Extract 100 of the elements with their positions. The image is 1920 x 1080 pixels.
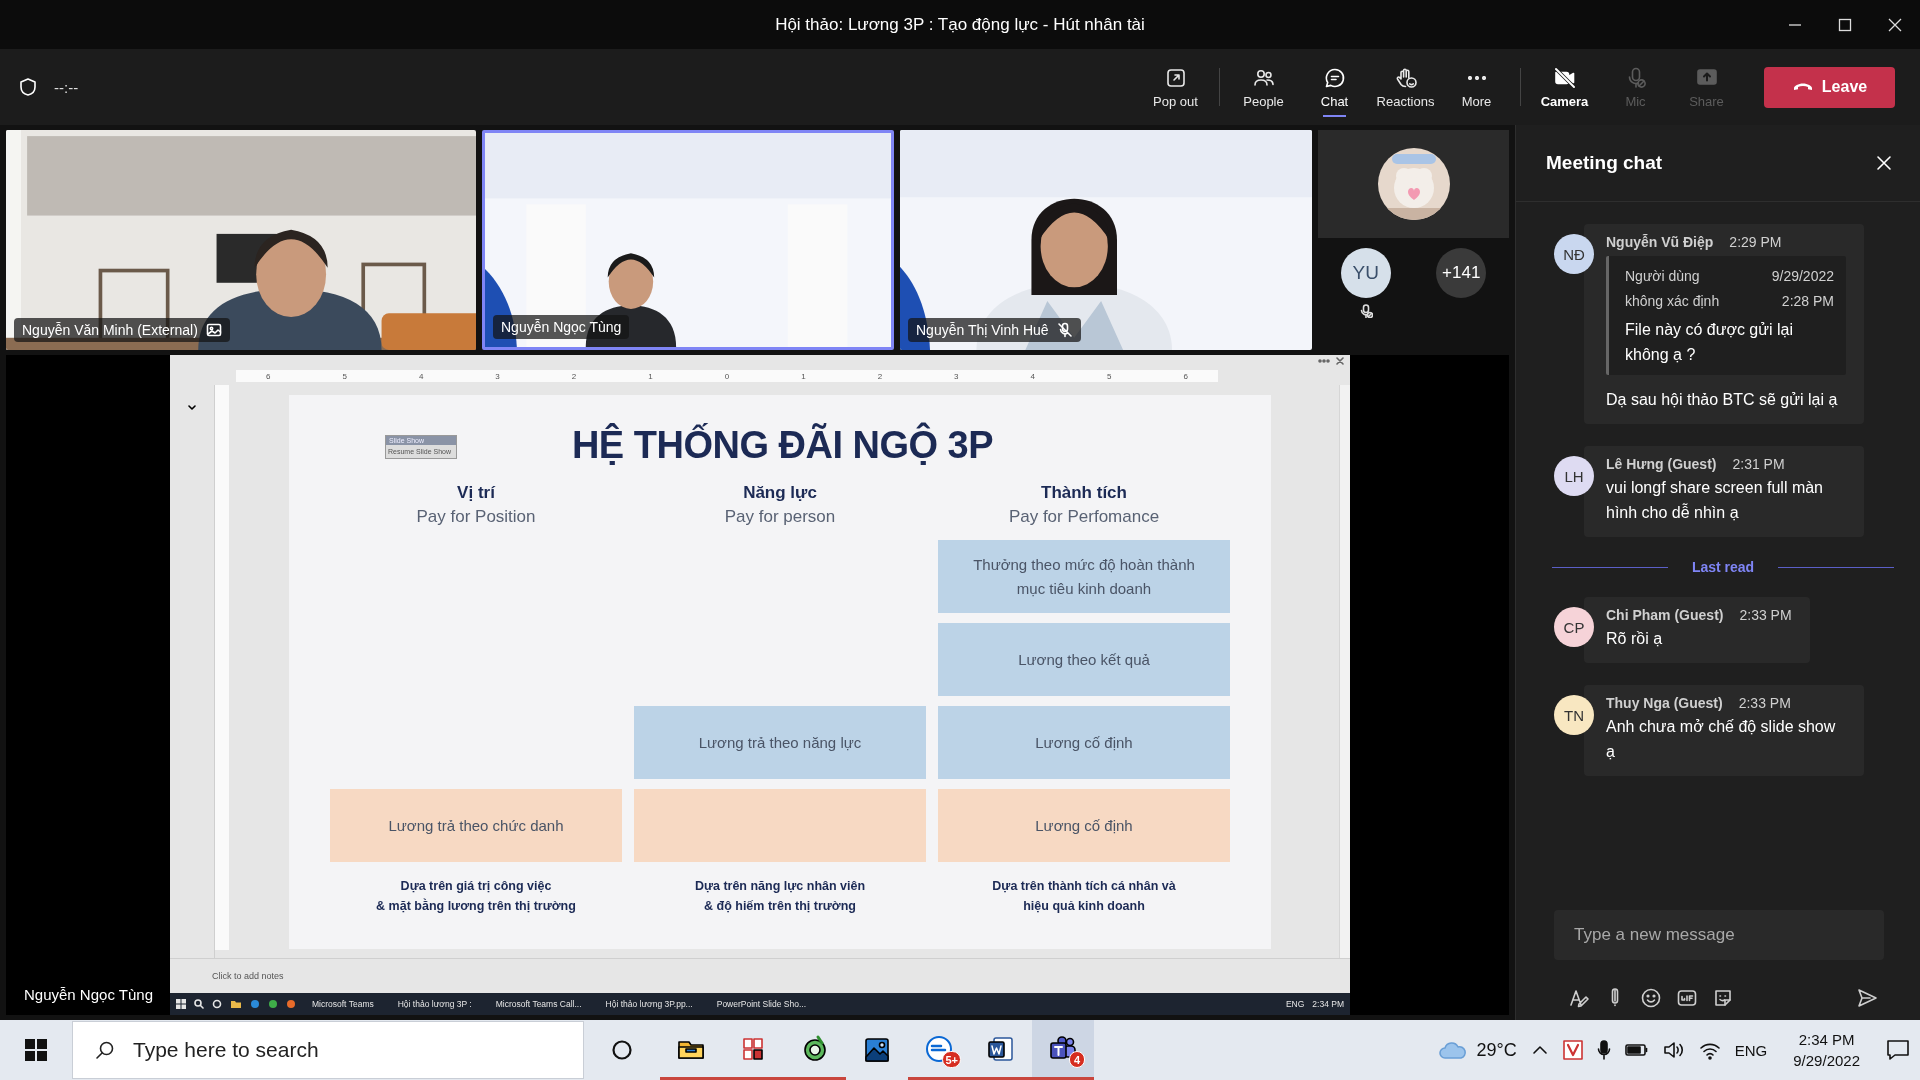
taskbar-app[interactable]: 4 bbox=[1032, 1020, 1094, 1080]
chat-button[interactable]: Chat bbox=[1299, 54, 1370, 120]
ruler-number: 6 bbox=[1183, 371, 1188, 381]
notification-badge: 5+ bbox=[942, 1051, 961, 1068]
window-title: Hội thảo: Lương 3P : Tạo động lực - Hút nhân tài bbox=[775, 14, 1145, 35]
send-icon[interactable] bbox=[1856, 987, 1878, 1009]
clock-date: 9/29/2022 bbox=[1793, 1051, 1860, 1071]
message-time: 2:33 PM bbox=[1739, 607, 1792, 623]
meeting-timer: --:-- bbox=[54, 78, 79, 96]
circle-icon bbox=[212, 999, 222, 1009]
column-subheading: Pay for person bbox=[723, 507, 837, 527]
camera-button[interactable]: Camera bbox=[1529, 54, 1600, 120]
message-text: Anh chưa mở chế độ slide show ạ bbox=[1606, 717, 1837, 762]
taskbar-item[interactable]: PowerPoint Slide Sho... bbox=[708, 993, 815, 1015]
author-name: Chi Pham (Guest) bbox=[1606, 607, 1724, 623]
antivirus-icon[interactable] bbox=[1562, 1040, 1583, 1060]
taskbar-item[interactable]: Microsoft Teams Call... bbox=[487, 993, 590, 1015]
ruler-number: 3 bbox=[954, 371, 959, 381]
author-name: Lê Hưng (Guest) bbox=[1606, 456, 1717, 472]
language-indicator: ENG bbox=[1285, 999, 1305, 1009]
taskbar-item[interactable]: Hội thảo lương 3P : bbox=[389, 993, 480, 1015]
video-tile[interactable]: Nguyễn Thị Vinh Huê bbox=[900, 130, 1312, 350]
browser-icon bbox=[250, 999, 260, 1009]
column-footer: Dựa trên năng lực nhân viên & độ hiếm trên thị trường bbox=[634, 876, 926, 916]
ruler-number: 4 bbox=[418, 371, 424, 381]
microphone-icon[interactable] bbox=[1596, 1040, 1611, 1060]
column-heading: Vị trí bbox=[456, 483, 497, 503]
participant-name: Nguyễn Văn Minh (External) bbox=[22, 322, 198, 338]
emoji-icon[interactable] bbox=[1640, 987, 1662, 1009]
message-text: vui longf share screen full màn hình cho dễ nhìn ạ bbox=[1606, 478, 1824, 523]
video-tile[interactable]: Nguyễn Văn Minh (External) bbox=[6, 130, 476, 350]
photos-icon bbox=[862, 1035, 892, 1065]
language-indicator[interactable]: ENG bbox=[1734, 1041, 1768, 1059]
message-time: 2:31 PM bbox=[1732, 456, 1785, 472]
notifications-icon[interactable] bbox=[1886, 1039, 1910, 1061]
presenter-name: Nguyễn Ngọc Tùng bbox=[24, 986, 153, 1003]
sticker-icon[interactable] bbox=[1712, 987, 1734, 1009]
volume-icon[interactable] bbox=[1662, 1040, 1685, 1060]
leave-button[interactable]: Leave bbox=[1764, 66, 1895, 108]
notes-placeholder[interactable]: Click to add notes bbox=[212, 971, 284, 981]
windows-start-icon[interactable] bbox=[25, 1039, 47, 1061]
participant-name: Nguyễn Thị Vinh Huê bbox=[916, 322, 1049, 338]
notification-badge: 4 bbox=[1069, 1051, 1085, 1068]
avatar: NĐ bbox=[1554, 234, 1594, 274]
ruler-number: 2 bbox=[571, 371, 577, 381]
camera-off-icon bbox=[1552, 65, 1577, 90]
more-icon bbox=[1318, 357, 1330, 365]
caret-icon bbox=[188, 405, 196, 411]
clock[interactable]: 2:34 PM 9/29/2022 bbox=[1793, 1029, 1860, 1071]
maximize-icon[interactable] bbox=[1837, 16, 1853, 33]
close-icon[interactable] bbox=[1887, 16, 1903, 33]
ruler-number: 5 bbox=[1107, 371, 1112, 381]
quote-author: Người dùng không xác định bbox=[1625, 267, 1721, 311]
ruler-number: 3 bbox=[495, 371, 500, 381]
avatar: CP bbox=[1554, 607, 1594, 647]
taskbar-item[interactable]: Microsoft Teams bbox=[304, 993, 382, 1015]
popout-button[interactable]: Pop out bbox=[1140, 54, 1211, 120]
avatar: TN bbox=[1554, 695, 1594, 735]
pay-block: Lương theo kết quả bbox=[938, 623, 1230, 696]
message-text: Dạ sau hội thảo BTC sẽ gửi lại ạ bbox=[1606, 390, 1839, 410]
people-button[interactable]: People bbox=[1228, 54, 1299, 120]
ruler-number: 5 bbox=[342, 371, 347, 381]
battery-icon[interactable] bbox=[1624, 1042, 1649, 1058]
quote-time: 2:28 PM bbox=[1780, 292, 1834, 311]
phone-icon bbox=[1791, 83, 1814, 91]
more-icon bbox=[1467, 75, 1486, 80]
clock: 2:34 PM bbox=[1312, 999, 1344, 1009]
search-box[interactable]: Type here to search bbox=[72, 1021, 584, 1079]
message-text: Rõ rồi ạ bbox=[1606, 629, 1664, 649]
column-subheading: Pay for Perfomance bbox=[1007, 507, 1161, 527]
search-icon bbox=[194, 999, 204, 1009]
search-field[interactable]: Type here to search bbox=[131, 1037, 555, 1063]
participant-name: Nguyễn Ngọc Tùng bbox=[501, 319, 622, 335]
format-icon[interactable] bbox=[1568, 987, 1590, 1009]
pay-block: Lương cố định bbox=[938, 706, 1230, 779]
ruler-number: 4 bbox=[1030, 371, 1035, 381]
folder-icon bbox=[230, 999, 242, 1009]
browser-icon bbox=[286, 999, 296, 1009]
message-time: 2:29 PM bbox=[1729, 234, 1782, 250]
quote-date: 9/29/2022 bbox=[1771, 267, 1834, 286]
column-footer: Dựa trên giá trị công việc & mặt bằng lương trên thị trường bbox=[330, 876, 622, 916]
slide-title: HỆ THỐNG ĐÃI NGỘ 3P bbox=[571, 421, 994, 468]
reactions-button[interactable]: Reactions bbox=[1370, 54, 1441, 120]
more-participants-button[interactable]: +141 bbox=[1436, 248, 1487, 298]
ruler-number: 0 bbox=[724, 371, 730, 381]
video-tile[interactable]: Nguyễn Ngọc Tùng bbox=[482, 130, 894, 350]
shield-icon bbox=[18, 77, 38, 97]
taskbar-app[interactable]: 5+ bbox=[908, 1020, 970, 1080]
pay-block: Lương trả theo chức danh bbox=[330, 789, 622, 862]
clock-time: 2:34 PM bbox=[1797, 1030, 1856, 1050]
more-button[interactable]: More bbox=[1441, 54, 1512, 120]
column-heading: Thành tích bbox=[1040, 483, 1128, 503]
author-name: Nguyễn Vũ Điệp bbox=[1606, 234, 1714, 250]
close-button[interactable] bbox=[1874, 153, 1894, 173]
message-field[interactable]: Type a new message bbox=[1554, 910, 1884, 960]
pay-block: Lương trả theo năng lực bbox=[634, 706, 926, 779]
taskbar-item[interactable]: Hội thảo lương 3P.pp... bbox=[597, 993, 701, 1015]
gif-icon[interactable] bbox=[1676, 987, 1698, 1009]
task-view-button[interactable] bbox=[611, 1039, 633, 1061]
temperature: 29°C bbox=[1476, 1039, 1517, 1061]
